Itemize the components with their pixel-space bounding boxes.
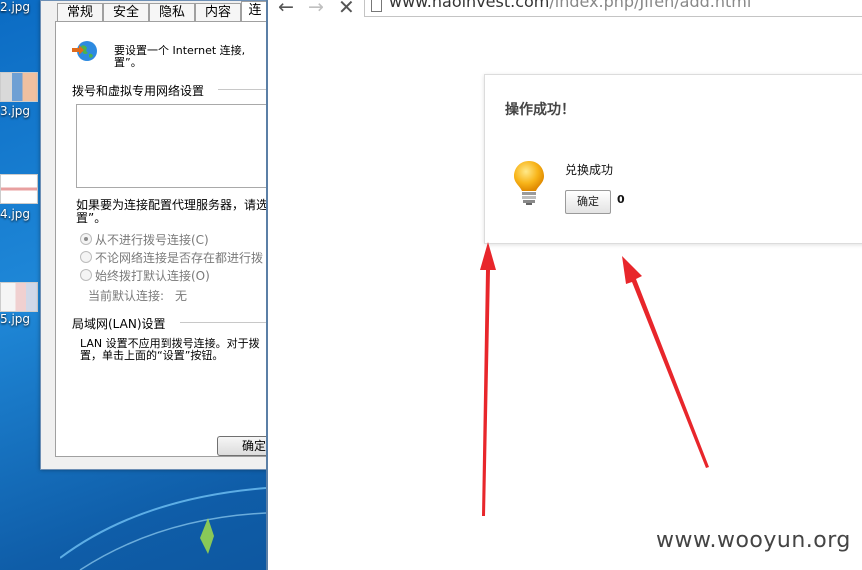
watermark: www.wooyun.org — [656, 528, 851, 553]
red-arrow — [480, 242, 496, 516]
annotation-arrows — [480, 242, 709, 516]
red-arrow — [622, 256, 709, 468]
